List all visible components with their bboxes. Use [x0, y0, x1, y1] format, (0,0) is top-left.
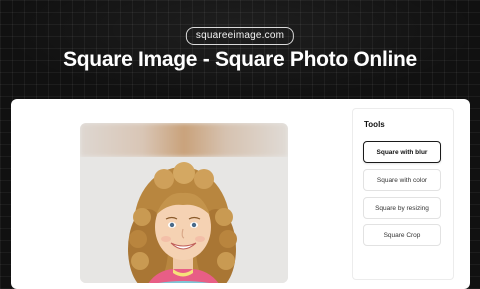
tool-square-by-resizing-button[interactable]: Square by resizing	[363, 197, 441, 219]
page-title: Square Image - Square Photo Online	[63, 48, 417, 71]
image-preview	[80, 123, 288, 283]
tools-panel	[352, 108, 454, 280]
tool-square-with-color-button[interactable]: Square with color	[363, 169, 441, 191]
blurred-background-fill	[80, 123, 288, 157]
portrait-photo	[80, 157, 288, 283]
tools-heading: Tools	[364, 120, 385, 129]
tool-square-crop-button[interactable]: Square Crop	[363, 224, 441, 246]
site-domain-badge[interactable]: squareeimage.com	[185, 27, 295, 45]
tool-square-with-blur-button[interactable]: Square with blur	[363, 141, 441, 163]
